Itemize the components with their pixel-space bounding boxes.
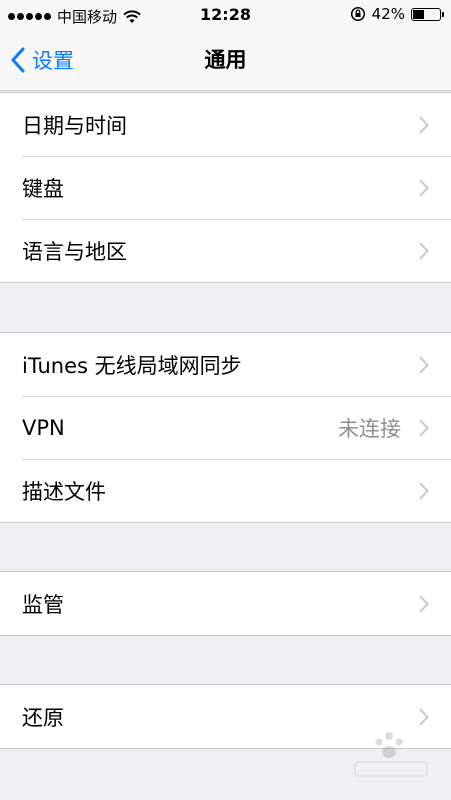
chevron-right-icon (419, 179, 429, 196)
settings-group-datetime: 日期与时间 键盘 语言与地区 (0, 92, 451, 283)
row-label: 日期与时间 (22, 113, 127, 138)
row-language-region[interactable]: 语言与地区 (0, 219, 451, 282)
row-keyboard[interactable]: 键盘 (0, 156, 451, 219)
settings-group-supervision: 监管 (0, 571, 451, 636)
chevron-right-icon (419, 419, 429, 436)
watermark-logo-icon (354, 732, 428, 777)
row-itunes-wifi-sync[interactable]: iTunes 无线局域网同步 (0, 333, 451, 396)
page-title: 通用 (204, 48, 247, 72)
status-right: 42% (350, 5, 444, 23)
chevron-right-icon (419, 356, 429, 373)
row-label: iTunes 无线局域网同步 (22, 353, 242, 378)
battery-fill (413, 9, 424, 19)
row-date-time[interactable]: 日期与时间 (0, 93, 451, 156)
chevron-right-icon (419, 242, 429, 259)
row-profiles[interactable]: 描述文件 (0, 459, 451, 522)
navigation-bar: 设置 通用 (0, 30, 451, 91)
vpn-status-value: 未连接 (338, 416, 401, 441)
battery-percentage: 42% (371, 5, 405, 23)
settings-group-network: iTunes 无线局域网同步 VPN 未连接 描述文件 (0, 332, 451, 523)
row-label: 还原 (22, 705, 64, 730)
chevron-right-icon (419, 482, 429, 499)
row-supervision[interactable]: 监管 (0, 572, 451, 635)
row-label: 监管 (22, 592, 64, 617)
row-label: 语言与地区 (22, 239, 127, 264)
rotation-lock-icon (350, 6, 365, 22)
chevron-right-icon (419, 116, 429, 133)
row-label: VPN (22, 415, 65, 440)
chevron-right-icon (419, 595, 429, 612)
row-label: 键盘 (22, 176, 64, 201)
row-vpn[interactable]: VPN 未连接 (0, 396, 451, 459)
row-label: 描述文件 (22, 479, 106, 504)
status-bar: 中国移动 12:28 42% (0, 0, 451, 30)
battery-icon (411, 7, 444, 21)
